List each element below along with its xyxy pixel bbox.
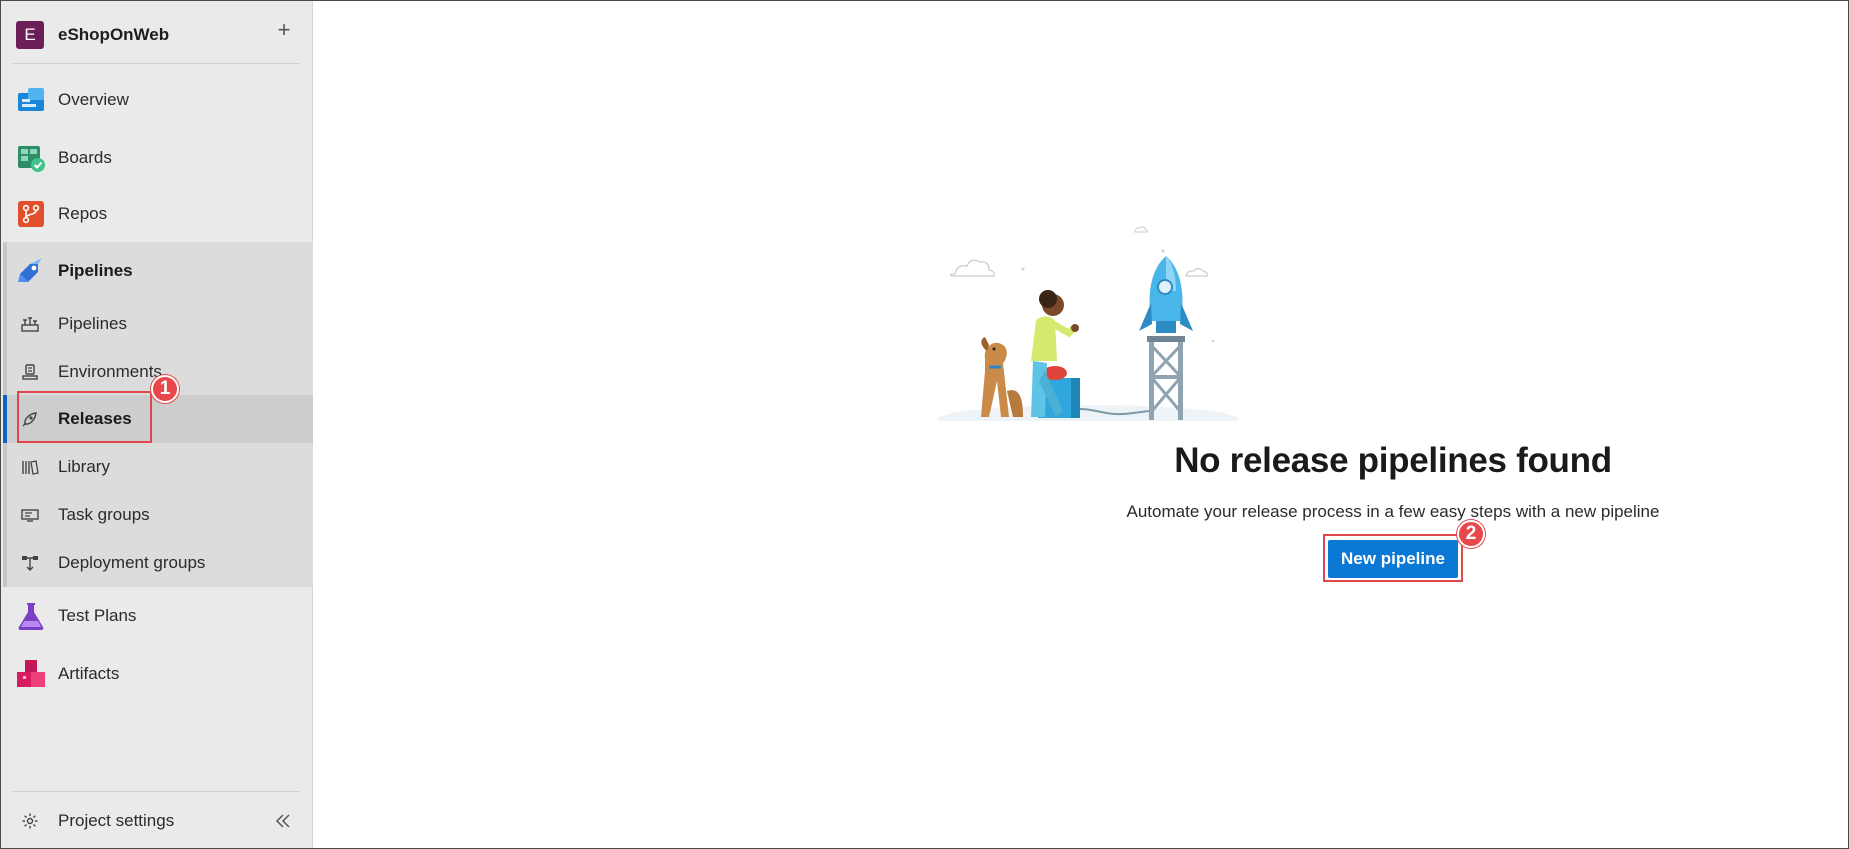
annotation-badge-1: 1 <box>151 375 179 403</box>
repos-icon <box>18 201 44 227</box>
org-avatar[interactable]: E <box>16 21 44 49</box>
org-name[interactable]: eShopOnWeb <box>58 25 169 45</box>
divider <box>13 791 300 792</box>
nav-label: Boards <box>58 148 112 167</box>
sidebar: E eShopOnWeb + Overview Boards Repos Pip… <box>1 1 313 848</box>
test-plans-icon <box>18 603 44 630</box>
boards-icon <box>18 146 45 172</box>
double-chevron-left-icon[interactable] <box>274 812 292 830</box>
nav-label: Pipelines <box>58 314 127 333</box>
artifacts-icon <box>17 660 45 687</box>
page-subtitle: Automate your release process in a few e… <box>1126 502 1660 521</box>
nav-label: Artifacts <box>58 664 120 683</box>
org-header[interactable]: E eShopOnWeb + <box>1 1 313 63</box>
nav-label: Overview <box>58 90 129 109</box>
pipelines-icon <box>18 258 42 282</box>
nav-subitem-pipelines[interactable]: Pipelines <box>1 307 313 341</box>
divider <box>13 63 300 64</box>
nav-label: Test Plans <box>58 606 137 625</box>
nav-label: Repos <box>58 204 108 223</box>
nav-label: Pipelines <box>58 261 133 280</box>
nav-item-pipelines[interactable]: Pipelines <box>1 254 313 288</box>
environments-icon <box>22 364 38 380</box>
nav-item-project-settings[interactable]: Project settings <box>1 804 313 838</box>
nav-label: Task groups <box>58 505 150 524</box>
nav-item-test-plans[interactable]: Test Plans <box>1 599 313 633</box>
nav-subitem-task-groups[interactable]: Task groups <box>1 498 313 532</box>
plus-icon[interactable]: + <box>272 19 296 43</box>
nav-label: Project settings <box>58 811 175 830</box>
nav-label: Library <box>58 457 110 476</box>
overview-icon <box>18 88 44 111</box>
nav-item-artifacts[interactable]: Artifacts <box>1 657 313 691</box>
annotation-badge-2: 2 <box>1457 520 1485 548</box>
annotation-highlight-releases <box>17 391 152 443</box>
nav-subitem-library[interactable]: Library <box>1 450 313 484</box>
new-pipeline-button[interactable]: New pipeline <box>1328 540 1458 578</box>
nav-item-boards[interactable]: Boards <box>1 141 313 175</box>
nav-item-repos[interactable]: Repos <box>1 197 313 231</box>
main-content: No release pipelines found Automate your… <box>313 1 1848 848</box>
nav-subitem-deployment-groups[interactable]: Deployment groups <box>1 546 313 580</box>
task-groups-icon <box>21 509 39 522</box>
nav-label: Deployment groups <box>58 553 206 572</box>
gear-icon <box>22 813 38 829</box>
library-icon <box>22 460 39 475</box>
page-title: No release pipelines found <box>1174 441 1612 480</box>
nav-label: Environments <box>58 362 162 381</box>
nav-item-overview[interactable]: Overview <box>1 83 313 117</box>
pipelines-sub-icon <box>21 317 39 332</box>
deployment-groups-icon <box>22 556 38 571</box>
rocket-launch-illustration <box>938 226 1238 421</box>
